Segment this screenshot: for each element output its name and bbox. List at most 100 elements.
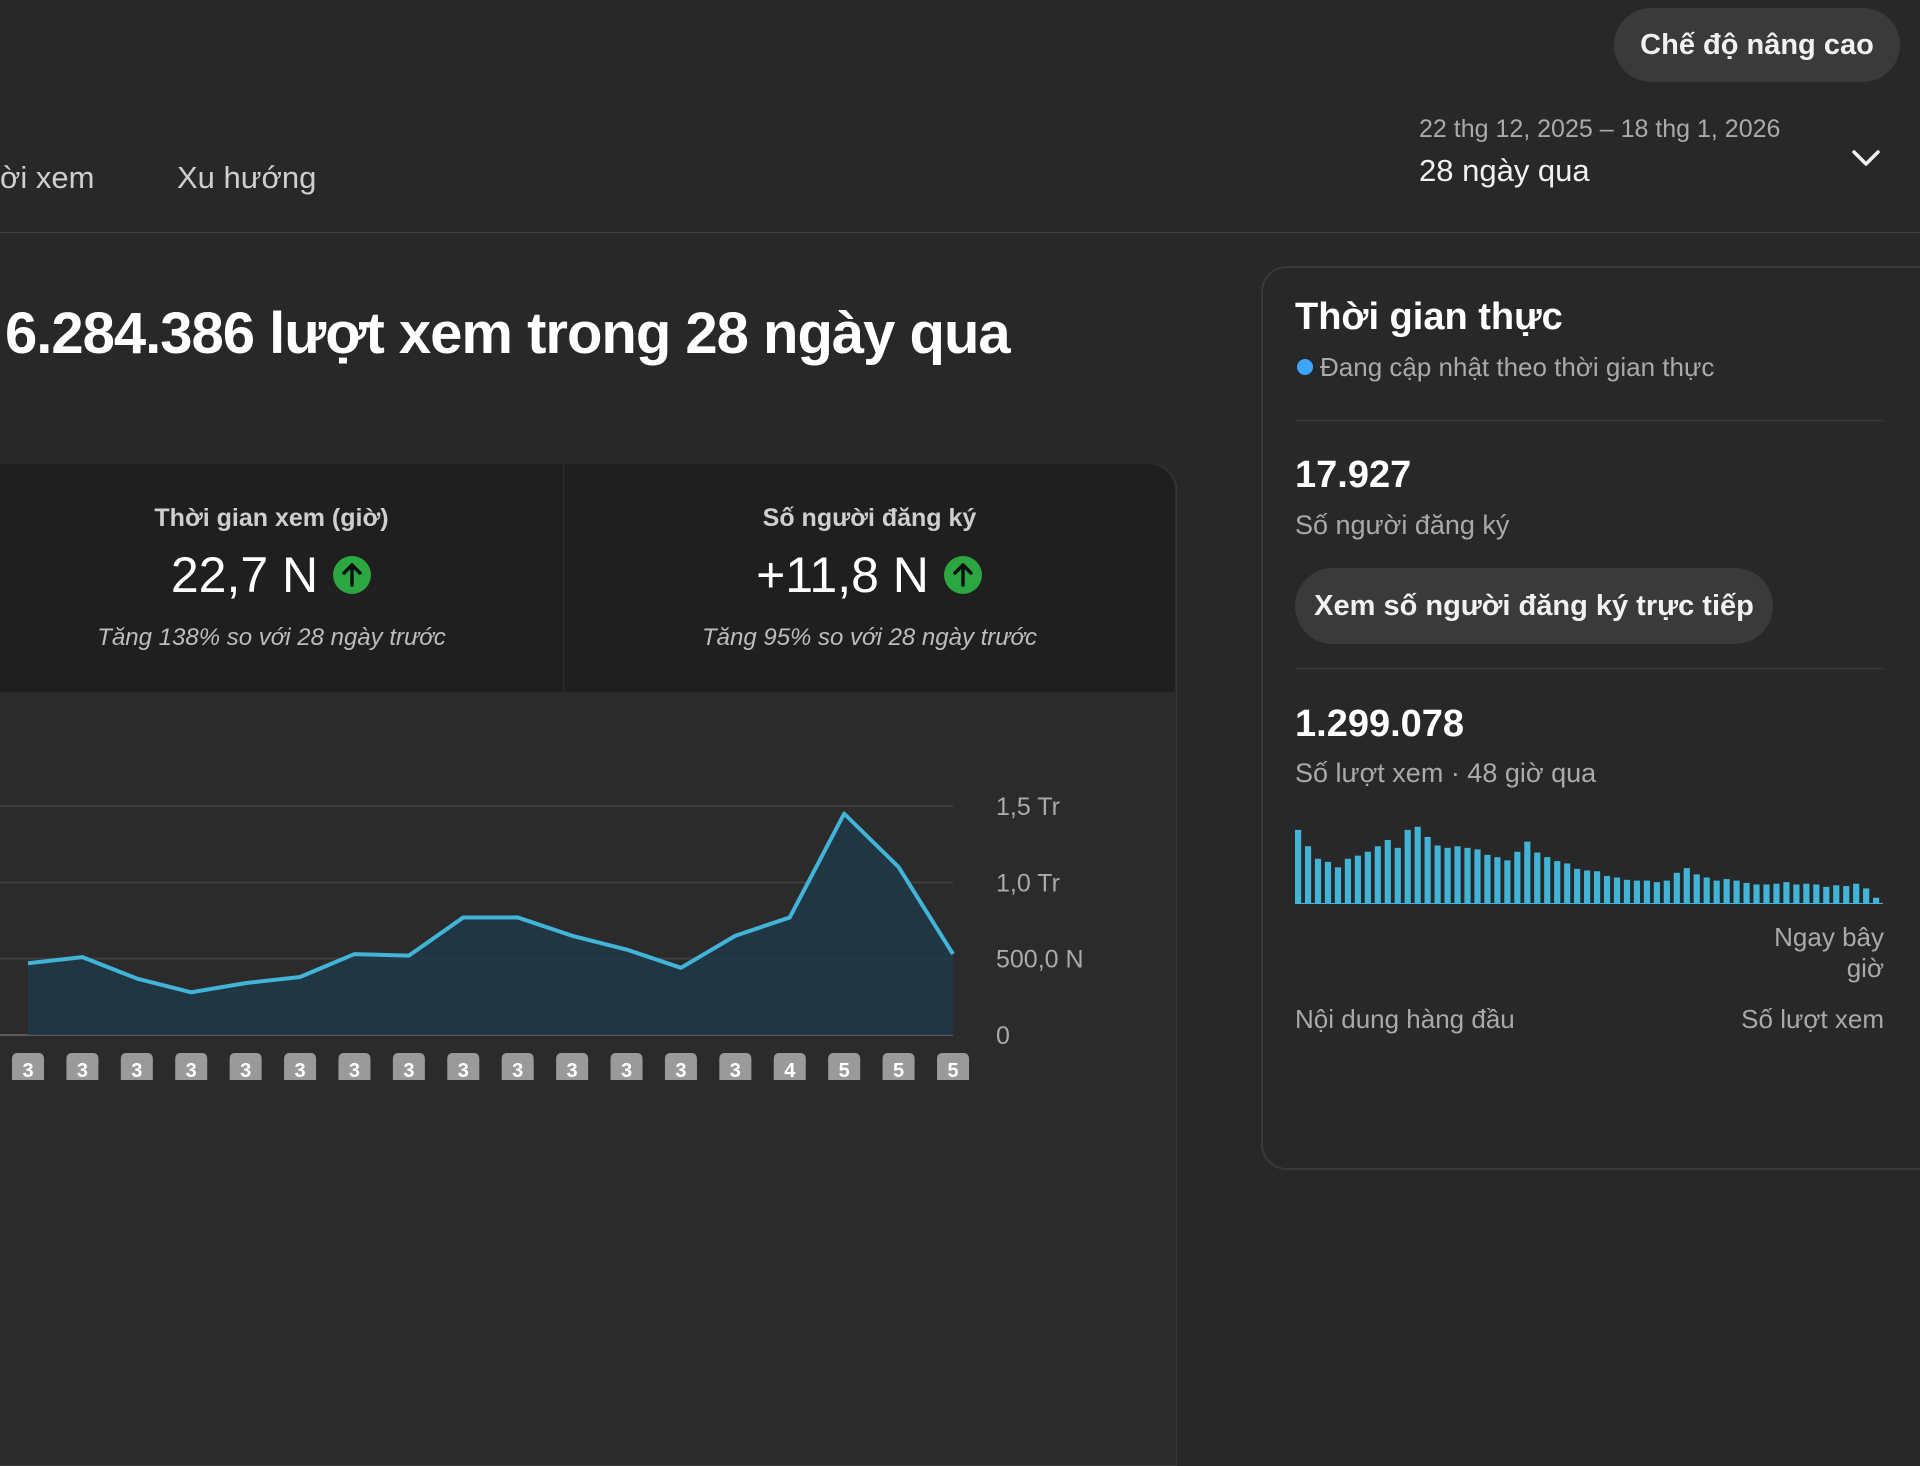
metric-row: Thời gian xem (giờ) 22,7 N Tăng 138% so …	[0, 464, 1176, 692]
top-content-label: Nội dung hàng đầu	[1295, 1004, 1515, 1034]
realtime-view-bar	[1544, 857, 1551, 904]
chart-video-marker[interactable]: 3	[719, 1053, 752, 1080]
realtime-view-bar	[1623, 879, 1631, 904]
date-preset[interactable]: 28 ngày qua	[1419, 153, 1590, 189]
metric-subscribers[interactable]: Số người đăng ký +11,8 N Tăng 95% so với…	[564, 464, 1175, 692]
realtime-view-bar	[1384, 840, 1391, 904]
chart-video-marker-label: 3	[621, 1060, 632, 1080]
tab-watch-time[interactable]: ời xem	[0, 160, 94, 196]
realtime-views-value: 1.299.078	[1295, 703, 1465, 745]
date-range-text[interactable]: 22 thg 12, 2025 – 18 thg 1, 2026	[1419, 115, 1780, 144]
realtime-view-bar	[1334, 867, 1342, 904]
chart-y-tick-label: 0	[996, 1022, 1010, 1050]
realtime-view-bar	[1514, 851, 1521, 904]
chart-video-marker[interactable]: 3	[175, 1053, 208, 1080]
realtime-view-bar	[1564, 863, 1571, 904]
chart-video-marker[interactable]: 3	[229, 1053, 262, 1080]
realtime-views-bar-chart[interactable]	[1295, 826, 1883, 904]
realtime-view-bar	[1613, 877, 1621, 904]
chart-video-marker-label: 3	[349, 1060, 360, 1080]
realtime-view-bar	[1344, 858, 1352, 904]
chart-video-marker-label: 4	[784, 1060, 796, 1080]
realtime-view-bar	[1753, 884, 1760, 904]
chart-video-marker-label: 3	[77, 1060, 88, 1080]
chart-video-marker[interactable]: 5	[937, 1053, 969, 1080]
chart-video-marker[interactable]: 3	[447, 1053, 480, 1080]
realtime-view-bar	[1464, 847, 1471, 904]
metric-value: 22,7 N	[170, 547, 319, 603]
realtime-view-bar	[1763, 884, 1770, 904]
realtime-view-bar	[1803, 883, 1810, 904]
realtime-view-bar	[1783, 882, 1790, 904]
realtime-view-bar	[1364, 851, 1371, 904]
chart-video-marker[interactable]: 3	[501, 1053, 534, 1080]
chart-y-tick-label: 1,0 Tr	[996, 869, 1060, 897]
metric-change: Tăng 95% so với 28 ngày trước	[701, 624, 1038, 651]
realtime-view-bar	[1603, 875, 1611, 904]
divider	[1295, 668, 1883, 669]
realtime-view-bar	[1773, 883, 1780, 904]
realtime-view-bar	[1374, 846, 1381, 904]
realtime-view-bar	[1723, 879, 1730, 904]
chart-video-marker-label: 3	[567, 1060, 578, 1080]
live-subscribers-button[interactable]: Xem số người đăng ký trực tiếp	[1295, 568, 1773, 644]
live-status-dot-icon	[1297, 359, 1313, 375]
chart-video-marker-label: 3	[730, 1060, 741, 1080]
realtime-view-bar	[1713, 880, 1720, 904]
arrow-up-icon	[943, 556, 982, 594]
realtime-view-bar	[1314, 858, 1322, 904]
realtime-view-bar	[1673, 872, 1680, 904]
now-label: Ngay bây giờ	[1774, 922, 1884, 983]
realtime-view-bar	[1843, 886, 1850, 904]
metric-watch-time[interactable]: Thời gian xem (giờ) 22,7 N Tăng 138% so …	[0, 464, 563, 692]
realtime-subscribers-value: 17.927	[1295, 454, 1412, 496]
chart-video-marker-label: 3	[240, 1060, 251, 1080]
top-content-views-label: Số lượt xem	[1741, 1004, 1884, 1034]
tab-trends[interactable]: Xu hướng	[177, 160, 316, 196]
chart-video-marker[interactable]: 3	[66, 1053, 99, 1080]
chart-video-marker[interactable]: 3	[556, 1053, 589, 1080]
chart-video-marker[interactable]: 3	[392, 1053, 425, 1080]
metric-value: +11,8 N	[756, 547, 929, 603]
metric-value-row: +11,8 N	[564, 546, 1175, 604]
chart-video-marker[interactable]: 5	[828, 1053, 861, 1080]
realtime-view-bar	[1494, 857, 1501, 904]
realtime-view-bar	[1833, 885, 1840, 904]
chart-video-marker-label: 5	[893, 1060, 904, 1080]
realtime-view-bar	[1823, 886, 1830, 904]
chart-series-area	[28, 813, 953, 1035]
realtime-views-label: Số lượt xem · 48 giờ qua	[1295, 758, 1597, 788]
realtime-view-bar	[1813, 884, 1820, 904]
chart-video-marker[interactable]: 5	[882, 1053, 915, 1080]
realtime-view-bar	[1424, 836, 1431, 904]
chevron-down-icon[interactable]	[1848, 140, 1884, 176]
chart-video-marker[interactable]: 3	[338, 1053, 371, 1080]
metric-label: Số người đăng ký	[762, 504, 977, 532]
realtime-view-bar	[1793, 884, 1800, 904]
chart-video-marker-label: 3	[675, 1060, 686, 1080]
chart-video-marker-label: 5	[947, 1060, 958, 1080]
realtime-view-bar	[1863, 888, 1870, 904]
chart-video-marker[interactable]: 3	[120, 1053, 153, 1080]
realtime-view-bar	[1663, 880, 1670, 904]
realtime-view-bar	[1434, 845, 1441, 904]
chart-video-marker[interactable]: 3	[284, 1053, 317, 1080]
views-chart[interactable]: 1,5 Tr 1,0 Tr 500,0 N 0 3 3 3 3 3 3 3 3 3 3 3 3 3 3 4 5 5 5	[0, 760, 1160, 1080]
chart-video-marker[interactable]: 3	[12, 1053, 44, 1080]
metric-label: Thời gian xem (giờ)	[154, 504, 389, 532]
chart-video-marker[interactable]: 3	[610, 1053, 643, 1080]
page-headline: 6.284.386 lượt xem trong 28 ngày qua	[5, 301, 1011, 366]
chart-video-marker[interactable]: 4	[773, 1053, 806, 1080]
chart-video-marker-label: 3	[294, 1060, 305, 1080]
realtime-view-bar	[1524, 841, 1531, 904]
advanced-mode-button[interactable]: Chế độ nâng cao	[1614, 8, 1900, 82]
realtime-view-bar	[1414, 826, 1421, 904]
realtime-view-bar	[1593, 871, 1601, 904]
metric-value-row: 22,7 N	[0, 546, 563, 604]
chart-video-marker[interactable]: 3	[664, 1053, 697, 1080]
realtime-view-bar	[1404, 829, 1411, 904]
realtime-view-bar	[1653, 882, 1660, 904]
realtime-view-bar	[1584, 870, 1591, 904]
chart-video-marker-label: 5	[839, 1060, 850, 1080]
realtime-view-bar	[1633, 880, 1641, 904]
